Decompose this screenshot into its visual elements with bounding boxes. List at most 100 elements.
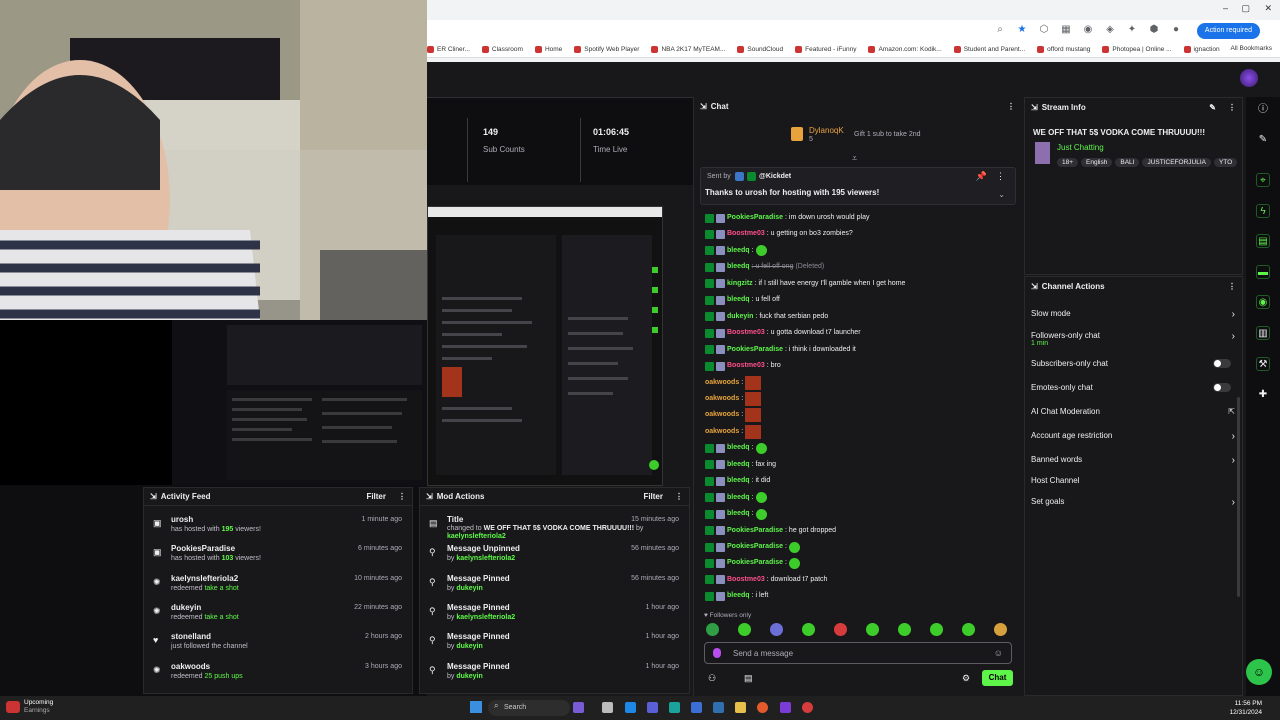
gifter-name[interactable]: DylanoqK [809,126,844,135]
chat-send-button[interactable]: Chat [982,670,1013,686]
stream-tag[interactable]: BALI [1115,158,1140,167]
mod-username[interactable]: kaelynslefteriola2 [456,555,515,562]
chat-message[interactable]: bleedq: i left [705,589,768,603]
chat-username[interactable]: Boostme03 [727,228,765,240]
channel-action-item[interactable]: Account age restriction › [1031,431,1237,442]
more-icon[interactable]: ⋮ [398,492,406,501]
mod-action-item[interactable]: ⚲ Message Pinned by dukeyin 56 minutes ago [420,574,689,603]
stream-tag[interactable]: YTO [1213,158,1238,167]
zoom-icon[interactable]: ⌕ [994,24,1006,36]
maximize-icon[interactable]: ▢ [1241,3,1250,14]
chat-message[interactable]: PookiesParadise: he got dropped [705,524,836,538]
windows-start-icon[interactable] [470,701,482,713]
pinned-message[interactable]: Sent by @Kickdet 📌 ⋮ Thanks to urosh for… [700,167,1016,205]
stream-tag[interactable]: JUSTICEFORJULIA [1142,158,1211,167]
chat-message[interactable]: bleedq: fax ing [705,458,776,472]
pinned-user[interactable]: @Kickdet [759,173,791,180]
toggle-switch[interactable] [1213,359,1231,368]
mod-username[interactable]: kaelynslefteriola2 [456,614,515,621]
bookmark-item[interactable]: Photopea | Online ... [1102,46,1172,53]
activity-item[interactable]: ✺ oakwoods redeemed 25 push ups 3 hours ago [144,662,412,691]
info-icon[interactable]: ⓘ [1256,103,1270,117]
chat-username[interactable]: bleedq [727,508,750,520]
chat-message[interactable]: dukeyin: fuck that serbian pedo [705,310,828,324]
channel-action-item[interactable]: Subscribers-only chat [1031,359,1237,368]
bookmark-item[interactable]: offord mustang [1037,46,1090,53]
channel-action-item[interactable]: Banned words › [1031,455,1237,466]
extension-icon[interactable]: ⬡ [1038,24,1050,36]
collapse-icon[interactable]: ⩡ [852,153,857,164]
expand-icon[interactable]: ⇲ [150,492,157,501]
emote-icon[interactable] [962,623,975,636]
more-icon[interactable]: ⋮ [996,171,1005,182]
app-icon[interactable] [573,702,584,713]
activity-username[interactable]: oakwoods [171,662,210,671]
filter-button[interactable]: Filter [643,492,663,501]
weather-widget[interactable]: Upcoming Earnings [24,699,53,715]
expand-icon[interactable]: ⇲ [700,102,707,111]
emote-icon[interactable] [706,623,719,636]
app-icon[interactable] [647,702,658,713]
activity-item[interactable]: ✺ dukeyin redeemed take a shot 22 minutes a… [144,603,412,632]
help-icon[interactable]: ☺ [1246,659,1272,685]
emote-icon[interactable] [898,623,911,636]
chat-input[interactable]: Send a message ☺ [704,642,1012,664]
stream-tag[interactable]: English [1081,158,1113,167]
document-icon[interactable]: ▤ [1256,234,1270,248]
channel-action-item[interactable]: AI Chat Moderation ⇱ [1031,407,1237,416]
more-icon[interactable]: ⋮ [675,492,683,501]
mod-action-item[interactable]: ⚲ Message Pinned by dukeyin 1 hour ago [420,632,689,661]
emote-icon[interactable] [834,623,847,636]
activity-username[interactable]: stonelland [171,632,211,641]
activity-item[interactable]: ♥ stonelland just followed the channel 2 ho… [144,632,412,661]
chat-username[interactable]: Boostme03 [727,327,765,339]
expand-icon[interactable]: ⇲ [1031,103,1038,112]
bookmark-item[interactable]: Student and Parent... [953,46,1025,53]
more-icon[interactable]: ⋮ [1228,282,1236,291]
chat-username[interactable]: kingzitz [727,278,753,290]
activity-username[interactable]: PookiesParadise [171,544,235,553]
app-icon[interactable] [625,702,636,713]
app-icon[interactable] [713,702,724,713]
chat-username[interactable]: PookiesParadise [727,525,783,537]
pencil-icon[interactable]: ✎ [1256,133,1270,147]
chat-bubble-icon[interactable]: ▬ [1256,265,1270,279]
mod-action-item[interactable]: ⚲ Message Pinned by dukeyin 1 hour ago [420,662,689,691]
clock[interactable]: 11:56 PM 12/31/2024 [1229,699,1262,717]
chat-username[interactable]: oakwoods [705,426,739,438]
bookmark-item[interactable]: SoundCloud [737,46,783,53]
chat-message[interactable]: Boostme03: u gotta download t7 launcher [705,326,861,340]
chat-username[interactable]: oakwoods [705,409,739,421]
emote-icon[interactable] [866,623,879,636]
weather-icon[interactable] [6,701,20,713]
gear-icon[interactable]: ⚙ [962,673,970,684]
chat-username[interactable]: oakwoods [705,393,739,405]
chat-message[interactable]: bleedq: [705,507,767,521]
avatar[interactable] [1240,69,1258,87]
channel-action-item[interactable]: Host Channel [1031,476,1237,485]
filter-button[interactable]: Filter [366,492,386,501]
chat-message[interactable]: bleedq: [705,441,767,455]
channel-action-item[interactable]: Emotes-only chat [1031,383,1237,392]
extension-icon[interactable]: ◉ [1082,24,1094,36]
activity-username[interactable]: dukeyin [171,603,201,612]
chat-username[interactable]: dukeyin [727,311,753,323]
close-icon[interactable]: ✕ [1264,3,1272,14]
activity-item[interactable]: ▣ PookiesParadise has hosted with 103 view… [144,544,412,573]
chat-message[interactable]: oakwoods: [705,375,762,390]
broadcast-icon[interactable]: ◉ [1256,295,1270,309]
chat-message[interactable]: bleedq: it did [705,474,770,488]
channel-action-item[interactable]: Set goals › [1031,497,1237,508]
chat-username[interactable]: PookiesParadise [727,212,783,224]
mod-action-item[interactable]: ▤ Title changed to WE OFF THAT 5$ VODKA CO… [420,515,689,544]
add-action-icon[interactable]: ✚ [1256,388,1270,402]
app-icon[interactable] [669,702,680,713]
activity-username[interactable]: kaelynslefteriola2 [171,574,238,583]
emote-picker-icon[interactable]: ☺ [994,648,1003,658]
chat-message[interactable]: bleedq: u fell off ong (Deleted) [705,260,824,274]
channel-action-item[interactable]: Slow mode › [1031,309,1237,320]
more-icon[interactable]: ⋮ [1228,103,1236,112]
mod-username[interactable]: dukeyin [456,643,482,650]
chat-message[interactable]: oakwoods: [705,408,762,423]
mic-icon[interactable] [713,648,721,658]
